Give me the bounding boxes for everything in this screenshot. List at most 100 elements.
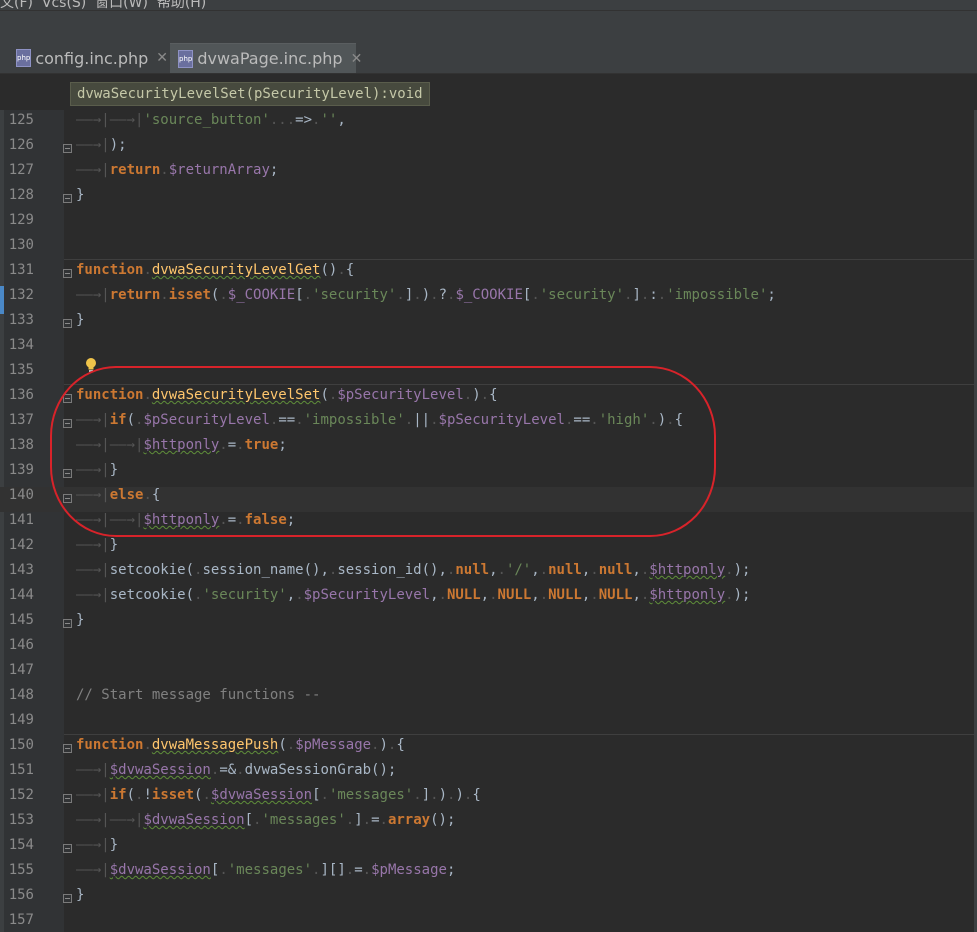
code-token: NULL [598, 587, 633, 603]
code-line[interactable]: 142 ——→|} [0, 537, 977, 562]
code-line[interactable]: 148 // Start message functions -- [0, 687, 977, 712]
code-line[interactable]: 133} [0, 312, 977, 337]
code-line[interactable]: 152 ——→|if(.!isset(.$dvwaSession[.'messag… [0, 787, 977, 812]
code-line[interactable]: 153 ——→|——→|$dvwaSession[.'messages'.].=.… [0, 812, 977, 837]
code-line[interactable]: 147 [0, 662, 977, 687]
fold-marker-icon[interactable] [63, 744, 72, 753]
code-token: ——→|——→| [76, 812, 144, 828]
code-token: ] [354, 812, 363, 828]
code-token: $returnArray [168, 162, 270, 178]
line-number: 150 [8, 737, 34, 753]
code-token: , [337, 112, 346, 128]
code-token: . [345, 862, 355, 878]
tab-config-inc-php[interactable]: php config.inc.php ✕ [8, 43, 168, 73]
code-line[interactable]: 157 [0, 912, 977, 932]
code-token: ——→| [76, 587, 110, 603]
code-token: . [219, 287, 228, 303]
code-line[interactable]: 155 ——→|$dvwaSession[.'messages'.][].=.$p… [0, 862, 977, 887]
code-line[interactable]: 146 [0, 637, 977, 662]
line-number: 130 [8, 237, 34, 253]
code-token: null [598, 562, 633, 578]
line-number: 151 [8, 762, 34, 778]
code-token: . [531, 287, 540, 303]
code-line[interactable]: 126 ——→|); [0, 137, 977, 162]
code-token: dvwaMessagePush [151, 737, 279, 753]
code-token: ] [632, 287, 641, 303]
fold-marker-icon[interactable] [63, 894, 72, 903]
code-text: ——→|return.$returnArray; [76, 162, 278, 178]
code-line[interactable]: 151 ——→|$dvwaSession.=&.dvwaSessionGrab()… [0, 762, 977, 787]
code-token: . [590, 562, 599, 578]
code-token: , [632, 562, 641, 578]
line-number: 155 [8, 862, 34, 878]
code-text: ——→|$dvwaSession.=&.dvwaSessionGrab(); [76, 762, 396, 778]
code-text: ——→|——→|$dvwaSession[.'messages'.].=.arr… [76, 812, 455, 828]
code-token: ——→|——→| [76, 112, 144, 128]
code-token: NULL [446, 587, 481, 603]
code-line[interactable]: 143 ——→|setcookie(. session_name(),. sessio… [0, 562, 977, 587]
menu-bar-text[interactable]: 文(F) Vcs(S) 窗口(W) 帮助(H) [0, 0, 206, 10]
code-token: . [286, 737, 296, 753]
code-token: null [548, 562, 582, 578]
line-number: 156 [8, 887, 34, 903]
line-number: 136 [8, 387, 34, 403]
close-icon[interactable]: ✕ [351, 51, 363, 67]
code-token: , [480, 587, 490, 603]
code-token: , [286, 587, 296, 603]
line-number: 127 [8, 162, 34, 178]
line-number: 134 [8, 337, 34, 353]
breadcrumb[interactable]: dvwaSecurityLevelSet(pSecurityLevel):voi… [70, 82, 430, 106]
code-line[interactable]: 145} [0, 612, 977, 637]
code-token: $dvwaSession [210, 787, 313, 803]
code-token: , [581, 562, 591, 578]
code-token: session_name(), [202, 562, 329, 578]
line-number: 143 [8, 562, 34, 578]
code-token: . [143, 737, 152, 753]
code-text: } [76, 312, 84, 328]
fold-marker-icon[interactable] [63, 844, 72, 853]
code-token: $_COOKIE [455, 287, 523, 303]
fold-marker-icon[interactable] [63, 619, 72, 628]
close-icon[interactable]: ✕ [156, 50, 168, 66]
code-token: ——→| [76, 162, 110, 178]
code-line[interactable]: 156} [0, 887, 977, 912]
tab-label: dvwaPage.inc.php [197, 49, 343, 68]
code-line[interactable]: 132 ——→|return.isset(.$_COOKIE[.'security… [0, 287, 977, 312]
code-token: . [362, 812, 372, 828]
menu-bar: 文(F) Vcs(S) 窗口(W) 帮助(H) [0, 0, 977, 11]
code-token: ); [109, 137, 127, 153]
code-token: $pSecurityLevel [303, 587, 431, 603]
code-token: array [387, 812, 431, 828]
line-number: 149 [8, 712, 34, 728]
fold-marker-icon[interactable] [63, 794, 72, 803]
code-line[interactable]: 154 ——→|} [0, 837, 977, 862]
code-token: ——→| [76, 562, 110, 578]
code-line[interactable]: 128} [0, 187, 977, 212]
code-line[interactable]: 144 ——→|setcookie(.'security',.$pSecurity… [0, 587, 977, 612]
code-token: , [531, 587, 540, 603]
line-number: 142 [8, 537, 34, 553]
code-line[interactable]: 134 [0, 337, 977, 362]
code-token: if [109, 787, 127, 803]
code-token: ——→| [76, 837, 110, 853]
code-token: function [76, 737, 144, 753]
code-token: 'security' [312, 287, 397, 303]
code-line[interactable]: 150 function.dvwaMessagePush(.$pMessage.)… [0, 737, 977, 762]
code-line[interactable]: 127 ——→|return.$returnArray; [0, 162, 977, 187]
code-line[interactable]: 131 function.dvwaSecurityLevelGet().{ [0, 262, 977, 287]
fold-marker-icon[interactable] [63, 144, 72, 153]
code-line[interactable]: 129 [0, 212, 977, 237]
code-token: } [76, 187, 85, 203]
fold-marker-icon[interactable] [63, 194, 72, 203]
code-token: $dvwaSession [109, 862, 211, 878]
fold-marker-icon[interactable] [63, 269, 72, 278]
fold-marker-icon[interactable] [63, 319, 72, 328]
code-line[interactable]: 125 ——→|——→|'source_button'...=>.'', [0, 112, 977, 137]
code-text: } [76, 887, 84, 903]
line-number: 141 [8, 512, 34, 528]
tab-dvwapage-inc-php[interactable]: php dvwaPage.inc.php ✕ [170, 43, 362, 73]
tab-label: config.inc.php [35, 48, 149, 68]
code-token: . [413, 787, 422, 803]
code-token: { [472, 787, 481, 803]
code-text: ——→|if(.!isset(.$dvwaSession[.'messages'… [76, 787, 481, 803]
